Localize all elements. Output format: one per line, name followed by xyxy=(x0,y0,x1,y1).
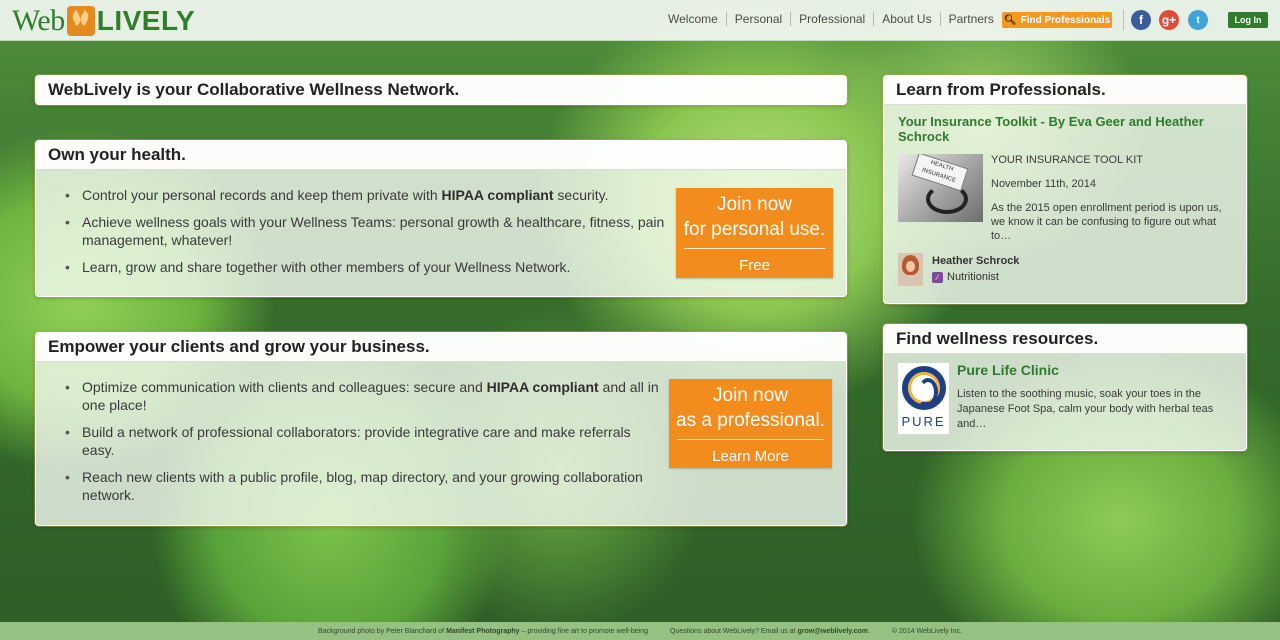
empower-panel: Empower your clients and grow your busin… xyxy=(35,332,847,526)
twitter-icon[interactable]: t xyxy=(1188,10,1208,30)
login-button[interactable]: Log In xyxy=(1228,12,1268,28)
article-kit: YOUR INSURANCE TOOL KIT xyxy=(991,154,1143,166)
facebook-icon[interactable]: f xyxy=(1131,10,1151,30)
google-plus-icon[interactable]: g+ xyxy=(1159,10,1179,30)
cta-line-2: as a professional. xyxy=(676,410,825,431)
email-link[interactable]: grow@weblively.com xyxy=(797,628,868,635)
weblively-logo[interactable]: Web LIVELY xyxy=(12,4,195,38)
stethoscope-icon xyxy=(926,184,968,214)
article-title-link[interactable]: Your Insurance Toolkit - By Eva Geer and… xyxy=(884,105,1246,144)
cta-line-1: Join now xyxy=(717,194,792,215)
list-item: Control your personal records and keep t… xyxy=(65,186,666,204)
photo-credit: Background photo by Peter Blanchard of M… xyxy=(318,627,648,635)
logo-lively-text: LIVELY xyxy=(96,5,196,36)
list-item: Achieve wellness goals with your Wellnes… xyxy=(65,213,666,249)
learn-title: Learn from Professionals. xyxy=(884,76,1246,105)
logo-web-text: Web xyxy=(12,4,65,37)
learn-panel: Learn from Professionals. Your Insurance… xyxy=(883,75,1247,304)
avatar xyxy=(898,253,923,286)
resources-panel: Find wellness resources. PURE Pure Life … xyxy=(883,324,1247,451)
main-nav: Welcome Personal Professional About Us P… xyxy=(660,12,1002,26)
copyright: © 2014 WebLively Inc. xyxy=(891,627,962,635)
pure-logo-icon xyxy=(901,366,946,410)
empower-list: Optimize communication with clients and … xyxy=(36,362,666,504)
role-label: Nutritionist xyxy=(947,271,999,283)
tagline-text: WebLively is your Collaborative Wellness… xyxy=(36,76,846,105)
resources-title: Find wellness resources. xyxy=(884,325,1246,354)
article-excerpt: As the 2015 open enrollment period is up… xyxy=(991,202,1222,242)
header-divider xyxy=(1123,10,1124,30)
article-date: November 11th, 2014 xyxy=(991,178,1096,190)
author-info: Heather Schrock ∕ Nutritionist xyxy=(932,253,1019,286)
empower-title: Empower your clients and grow your busin… xyxy=(36,333,846,362)
list-item: Build a network of professional collabor… xyxy=(65,423,666,459)
cta-sub-label: Free xyxy=(739,257,770,274)
cta-line-1: Join now xyxy=(713,385,788,406)
pure-life-logo[interactable]: PURE xyxy=(898,363,949,434)
nav-personal[interactable]: Personal xyxy=(727,12,792,26)
tagline-panel: WebLively is your Collaborative Wellness… xyxy=(35,75,847,105)
cta-line-2: for personal use. xyxy=(683,219,826,240)
find-professionals-label: Find Professionals xyxy=(1020,14,1111,26)
list-item: Optimize communication with clients and … xyxy=(65,378,666,414)
site-header: Web LIVELY Welcome Personal Professional… xyxy=(0,0,1280,41)
own-health-title: Own your health. xyxy=(36,141,846,170)
join-professional-button[interactable]: Join now as a professional. Learn More xyxy=(669,379,832,468)
site-footer: Background photo by Peter Blanchard of M… xyxy=(0,622,1280,640)
nav-welcome[interactable]: Welcome xyxy=(660,12,727,26)
nav-professional[interactable]: Professional xyxy=(791,12,875,26)
list-item: Learn, grow and share together with othe… xyxy=(65,258,666,276)
leaf-logo-icon xyxy=(66,6,95,36)
manifest-photography-link[interactable]: Manifest Photography xyxy=(446,628,520,635)
own-health-panel: Own your health. Control your personal r… xyxy=(35,140,847,297)
cta-sub-label: Learn More xyxy=(712,448,789,465)
nav-partners[interactable]: Partners xyxy=(941,12,1002,26)
pure-logo-text: PURE xyxy=(901,414,946,429)
nav-about-us[interactable]: About Us xyxy=(874,12,941,26)
author-row[interactable]: Heather Schrock ∕ Nutritionist xyxy=(898,253,1019,286)
article-meta: YOUR INSURANCE TOOL KIT November 11th, 2… xyxy=(991,153,1231,243)
search-icon: 🔍︎ xyxy=(1003,14,1017,26)
find-professionals-button[interactable]: 🔍︎ Find Professionals xyxy=(1002,12,1112,28)
author-role: ∕ Nutritionist xyxy=(932,269,1019,285)
join-personal-button[interactable]: Join now for personal use. Free xyxy=(676,188,833,278)
footer-questions: Questions about WebLively? Email us at g… xyxy=(669,627,870,635)
resource-description: Listen to the soothing music, soak your … xyxy=(957,388,1214,430)
author-name[interactable]: Heather Schrock xyxy=(932,253,1019,269)
resource-name-link[interactable]: Pure Life Clinic xyxy=(957,362,1059,378)
list-item: Reach new clients with a public profile,… xyxy=(65,468,666,504)
nutritionist-icon: ∕ xyxy=(932,271,943,283)
article-thumbnail[interactable]: HEALTH INSURANCE xyxy=(898,154,983,222)
own-health-list: Control your personal records and keep t… xyxy=(36,170,666,276)
